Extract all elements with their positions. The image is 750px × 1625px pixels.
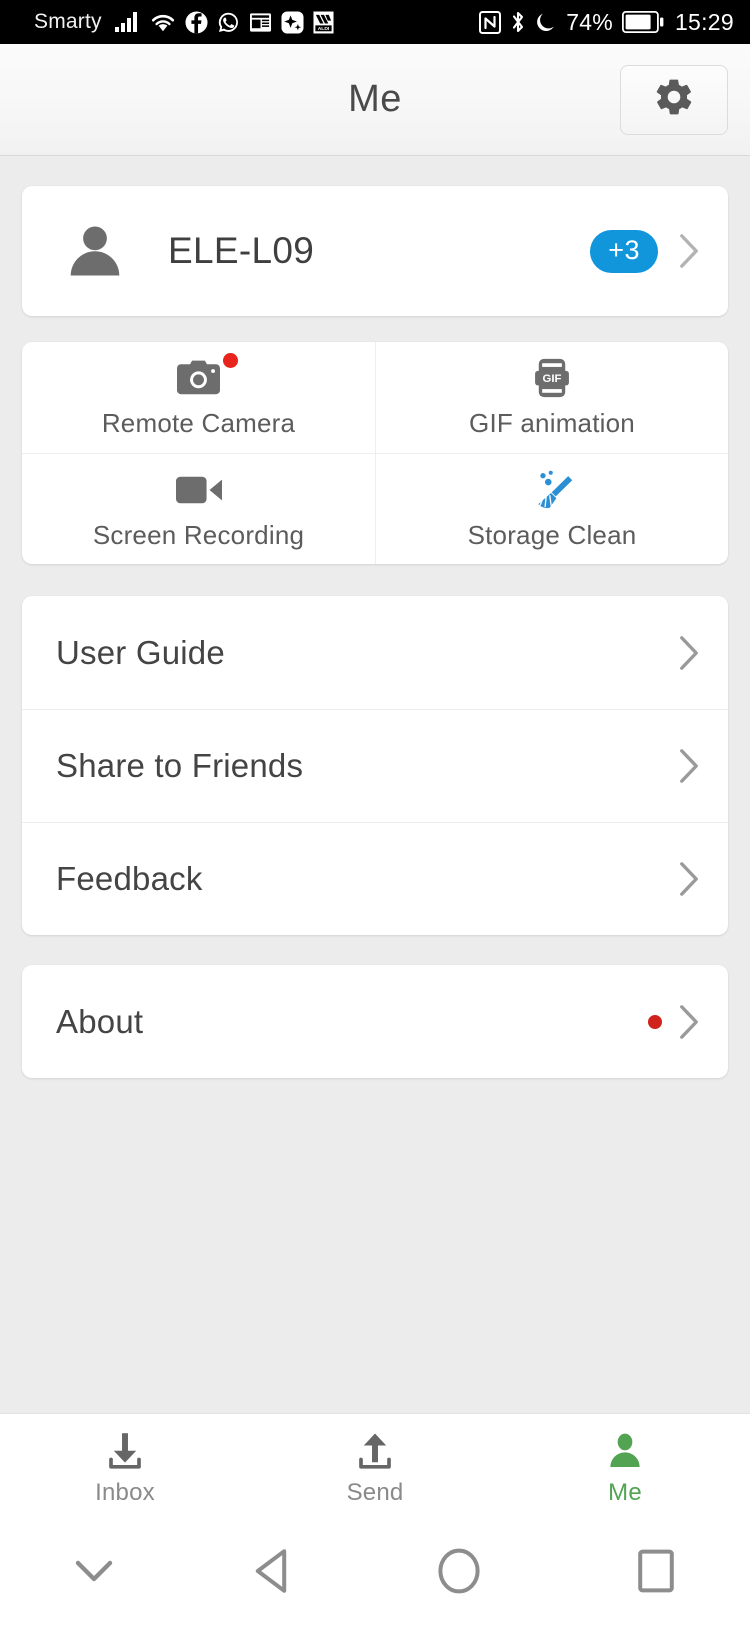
menu-list: User Guide Share to Friends Feedback: [22, 596, 728, 935]
tab-send[interactable]: Send: [250, 1414, 500, 1521]
facebook-icon: [185, 10, 208, 34]
nav-home-button[interactable]: [356, 1547, 561, 1600]
camera-icon: [177, 353, 238, 400]
feature-tile-screen-recording[interactable]: Screen Recording: [22, 454, 375, 564]
app-screen: Smarty ALDI 74% 15:29 Me ELE-L09 +3 Remo…: [0, 0, 750, 1625]
nav-recents-button[interactable]: [561, 1548, 750, 1599]
notification-dot: [648, 1014, 662, 1029]
chevron-down-icon: [74, 1557, 114, 1590]
feature-tile-gif-animation[interactable]: GIF GIF animation: [375, 342, 728, 453]
settings-button[interactable]: [620, 64, 728, 135]
feature-label: Remote Camera: [101, 408, 296, 438]
menu-item-label: User Guide: [56, 633, 225, 671]
feature-label: GIF animation: [469, 408, 635, 438]
connected-count-badge: +3: [590, 229, 658, 273]
gif-icon: GIF: [535, 356, 569, 400]
tab-label: Inbox: [95, 1478, 155, 1506]
menu-item-feedback[interactable]: Feedback: [22, 822, 728, 935]
page-title: Me: [348, 78, 402, 120]
battery-percent-label: 74%: [566, 8, 613, 35]
signal-bars-icon: [114, 12, 141, 32]
broom-icon: [530, 468, 574, 512]
aldi-app-icon: ALDI: [313, 11, 334, 34]
svg-text:GIF: GIF: [543, 373, 562, 385]
person-icon: [605, 1429, 645, 1471]
nfc-icon: [479, 10, 502, 34]
svg-text:ALDI: ALDI: [317, 26, 329, 32]
feature-tile-remote-camera[interactable]: Remote Camera: [22, 342, 375, 453]
menu-item-label: Feedback: [56, 860, 203, 897]
home-circle-icon: [436, 1547, 482, 1600]
menu-item-label: About: [56, 1002, 144, 1040]
notification-dot: [223, 353, 238, 368]
nav-back-button[interactable]: [188, 1548, 356, 1599]
menu-item-label: Share to Friends: [56, 747, 304, 784]
menu-item-about[interactable]: About: [22, 965, 728, 1078]
clock-label: 15:29: [674, 8, 734, 35]
tab-inbox[interactable]: Inbox: [0, 1414, 250, 1521]
bottom-tab-bar: Inbox Send Me: [0, 1413, 750, 1521]
chevron-right-icon: [678, 1004, 700, 1040]
person-icon: [64, 220, 126, 282]
feature-grid-row: Remote Camera GIF GIF animation: [22, 342, 728, 453]
wifi-icon: [150, 12, 176, 32]
feature-grid: Remote Camera GIF GIF animation Screen R…: [22, 342, 728, 564]
device-name-label: ELE-L09: [168, 230, 315, 271]
scroll-content: ELE-L09 +3 Remote Camera GIF GIF animati…: [0, 156, 750, 1413]
bluetooth-icon: [510, 10, 526, 34]
nav-hide-button[interactable]: [0, 1557, 188, 1590]
chevron-right-icon: [678, 748, 700, 784]
tab-label: Me: [608, 1478, 642, 1506]
upload-send-icon: [354, 1429, 396, 1471]
status-bar-right: 74% 15:29: [479, 9, 734, 36]
feature-grid-row: Screen Recording Storage Clean: [22, 453, 728, 564]
gear-icon: [653, 76, 695, 123]
status-bar-left: Smarty ALDI: [34, 10, 334, 34]
news-app-icon: [249, 12, 272, 33]
video-camera-icon: [175, 468, 222, 512]
back-triangle-icon: [251, 1548, 293, 1599]
about-card: About: [22, 965, 728, 1078]
android-nav-bar: [0, 1521, 750, 1625]
tab-me[interactable]: Me: [500, 1414, 750, 1521]
menu-item-user-guide[interactable]: User Guide: [22, 596, 728, 709]
chevron-right-icon: [678, 635, 700, 671]
chevron-right-icon: [678, 233, 700, 269]
tab-label: Send: [346, 1478, 404, 1506]
profile-card[interactable]: ELE-L09 +3: [22, 186, 728, 316]
chevron-right-icon: [678, 861, 700, 897]
status-bar: Smarty ALDI 74% 15:29: [0, 0, 750, 44]
sparkle-app-icon: [281, 10, 304, 34]
carrier-label: Smarty: [34, 10, 102, 33]
feature-label: Screen Recording: [92, 519, 305, 550]
menu-item-share-to-friends[interactable]: Share to Friends: [22, 709, 728, 822]
feature-label: Storage Clean: [467, 519, 637, 550]
download-inbox-icon: [104, 1429, 146, 1471]
battery-icon: [621, 11, 664, 33]
do-not-disturb-moon-icon: [535, 11, 557, 34]
app-header: Me: [0, 44, 750, 156]
feature-tile-storage-clean[interactable]: Storage Clean: [375, 454, 728, 564]
recents-square-icon: [635, 1548, 677, 1599]
whatsapp-icon: [217, 11, 240, 34]
